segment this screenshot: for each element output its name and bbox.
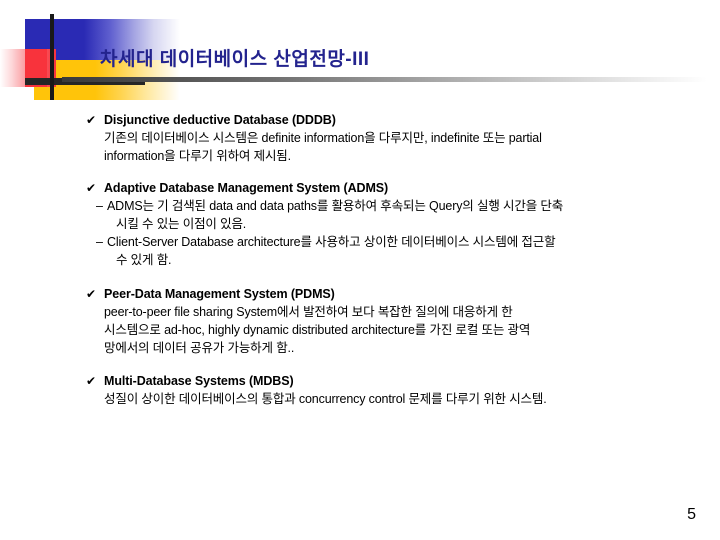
section-mdbs: ✔ Multi-Database Systems (MDBS) 성질이 상이한 … xyxy=(0,373,720,408)
section-heading: Multi-Database Systems (MDBS) xyxy=(104,374,294,388)
body-line: 기존의 데이터베이스 시스템은 definite information을 다루… xyxy=(104,131,542,145)
check-icon: ✔ xyxy=(86,374,97,388)
section-heading-row: ✔ Multi-Database Systems (MDBS) xyxy=(0,373,720,390)
body-line: 망에서의 데이터 공유가 가능하게 함.. xyxy=(104,341,295,355)
slide-body: ✔ Disjunctive deductive Database (DDDB) … xyxy=(0,106,720,408)
section-heading: Adaptive Database Management System (ADM… xyxy=(104,181,389,195)
check-icon: ✔ xyxy=(86,113,97,127)
section-heading-row: ✔ Adaptive Database Management System (A… xyxy=(0,180,720,197)
section-sub-bullets: – ADMS는 기 검색된 data and data paths를 활용하여 … xyxy=(0,197,720,269)
dash-icon: – xyxy=(96,199,103,213)
body-line: ADMS는 기 검색된 data and data paths를 활용하여 후속… xyxy=(107,199,564,213)
check-icon: ✔ xyxy=(86,287,97,301)
section-heading: Peer-Data Management System (PDMS) xyxy=(104,287,335,301)
sub-bullet-body: Client-Server Database architecture를 사용하… xyxy=(107,233,556,269)
body-line: 수 있게 함. xyxy=(116,253,172,267)
section-heading-row: ✔ Disjunctive deductive Database (DDDB) xyxy=(0,112,720,129)
page-number: 5 xyxy=(687,506,696,523)
body-line: 시킬 수 있는 이점이 있음. xyxy=(116,217,247,231)
body-line: information을 다루기 위하여 제시됨. xyxy=(104,149,291,163)
body-line: 시스템으로 ad-hoc, highly dynamic distributed… xyxy=(104,323,531,337)
section-adms: ✔ Adaptive Database Management System (A… xyxy=(0,180,720,269)
section-dddb: ✔ Disjunctive deductive Database (DDDB) … xyxy=(0,112,720,165)
dash-icon: – xyxy=(96,235,103,249)
check-icon: ✔ xyxy=(86,181,97,195)
ornament-vertical-bar xyxy=(50,14,54,100)
section-heading-row: ✔ Peer-Data Management System (PDMS) xyxy=(0,286,720,303)
section-pdms: ✔ Peer-Data Management System (PDMS) pee… xyxy=(0,286,720,357)
section-body: 기존의 데이터베이스 시스템은 definite information을 다루… xyxy=(0,129,720,165)
sub-bullet-item: – ADMS는 기 검색된 data and data paths를 활용하여 … xyxy=(96,197,702,233)
slide-canvas: 차세대 데이터베이스 산업전망-III ✔ Disjunctive deduct… xyxy=(0,0,720,540)
section-body: 성질이 상이한 데이터베이스의 통합과 concurrency control … xyxy=(0,390,720,408)
section-heading: Disjunctive deductive Database (DDDB) xyxy=(104,113,336,127)
body-line: Client-Server Database architecture를 사용하… xyxy=(107,235,556,249)
title-divider-rule xyxy=(62,77,707,82)
body-line: 성질이 상이한 데이터베이스의 통합과 concurrency control … xyxy=(104,392,547,406)
sub-bullet-item: – Client-Server Database architecture를 사… xyxy=(96,233,702,269)
body-line: peer-to-peer file sharing System에서 발전하여 … xyxy=(104,305,513,319)
sub-bullet-body: ADMS는 기 검색된 data and data paths를 활용하여 후속… xyxy=(107,197,563,233)
section-body: peer-to-peer file sharing System에서 발전하여 … xyxy=(0,303,720,357)
slide-title: 차세대 데이터베이스 산업전망-III xyxy=(100,49,370,70)
